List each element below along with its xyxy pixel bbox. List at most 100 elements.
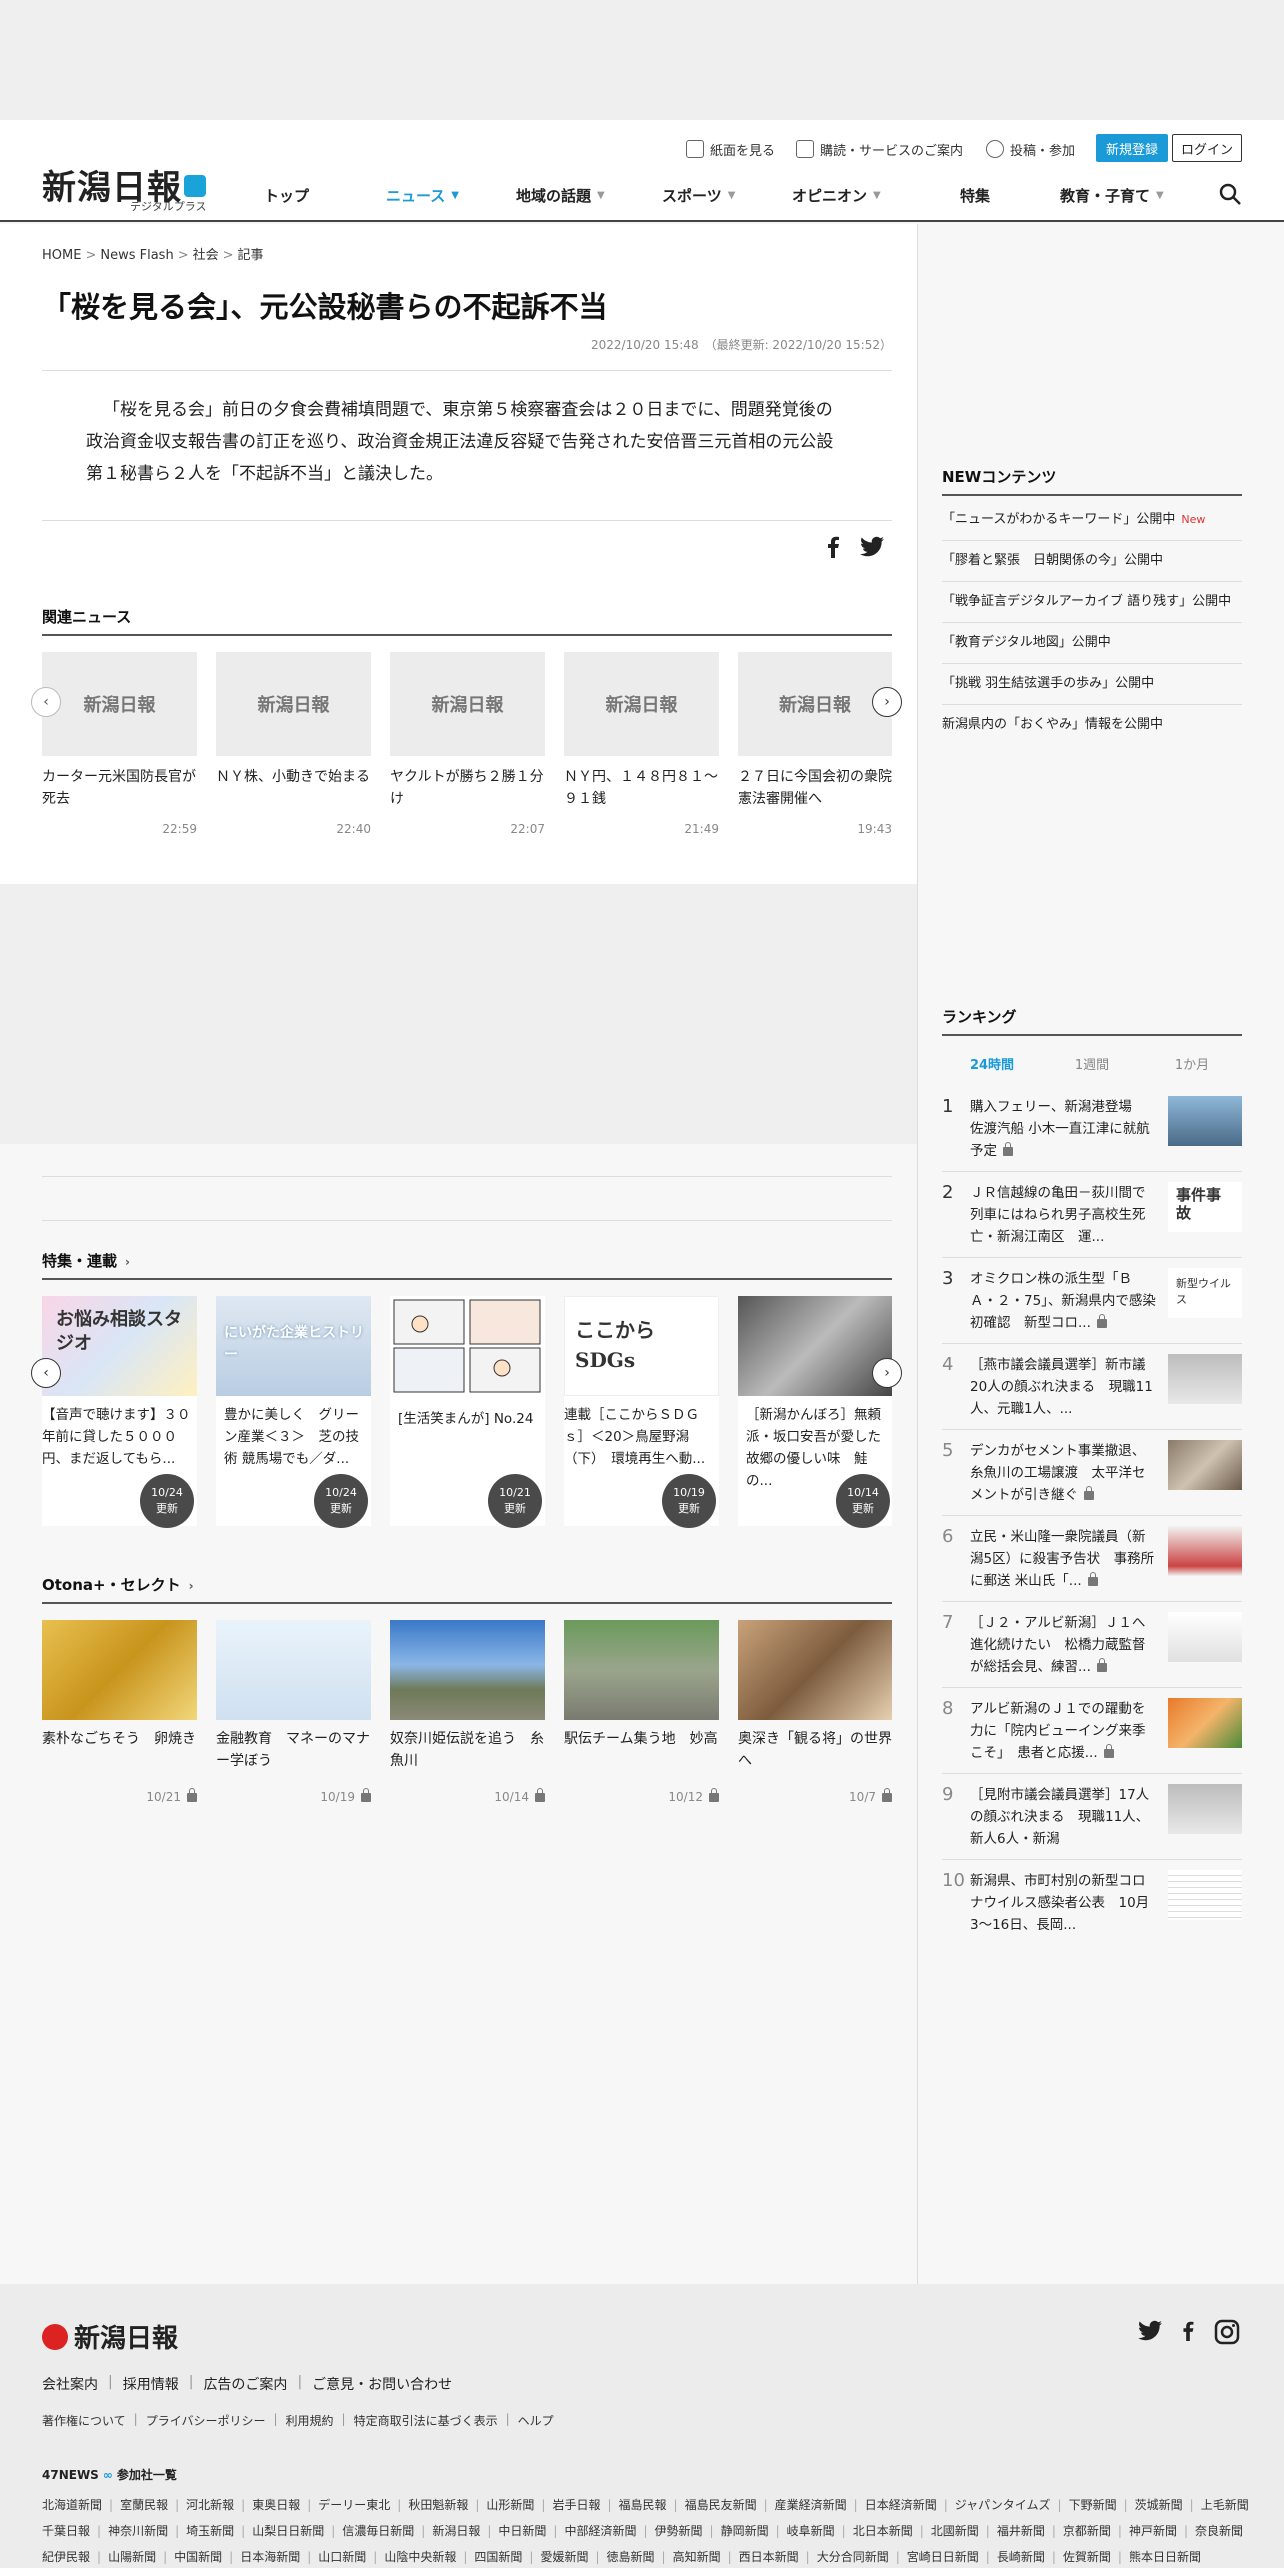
- register-button[interactable]: 新規登録: [1096, 134, 1168, 162]
- related-card[interactable]: 新潟日報 ２７日に今国会初の衆院憲法審開催へ 19:43: [738, 652, 892, 836]
- partner-paper-link[interactable]: 北日本新聞: [853, 2524, 913, 2538]
- partner-paper-link[interactable]: 福井新聞: [997, 2524, 1045, 2538]
- partner-paper-link[interactable]: 紀伊民報: [42, 2550, 90, 2564]
- partner-paper-link[interactable]: 伊勢新聞: [655, 2524, 703, 2538]
- ranking-item[interactable]: 7 ［Ｊ２・アルビ新潟］Ｊ１へ進化続けたい 松橋力蔵監督が総括会見、練習...: [942, 1602, 1242, 1688]
- features-heading[interactable]: 特集・連載 ›: [42, 1250, 130, 1271]
- partner-paper-link[interactable]: 信濃毎日新聞: [342, 2524, 414, 2538]
- ranking-item[interactable]: 6 立民・米山隆一衆院議員（新潟5区）に殺害予告状 事務所に郵送 米山氏「...: [942, 1516, 1242, 1602]
- partner-paper-link[interactable]: 佐賀新聞: [1063, 2550, 1111, 2564]
- partner-paper-link[interactable]: 岩手日報: [552, 2498, 600, 2512]
- ranking-item[interactable]: 2 ＪＲ信越線の亀田－荻川間で列車にはねられ男子高校生死亡・新潟江南区 運...…: [942, 1172, 1242, 1258]
- partner-paper-link[interactable]: 産業経済新聞: [775, 2498, 847, 2512]
- partner-paper-link[interactable]: 茨城新聞: [1135, 2498, 1183, 2512]
- partner-paper-link[interactable]: 日本経済新聞: [865, 2498, 937, 2512]
- partner-paper-link[interactable]: 埼玉新聞: [186, 2524, 234, 2538]
- partner-paper-link[interactable]: 北國新聞: [931, 2524, 979, 2538]
- instagram-icon[interactable]: [1214, 2319, 1240, 2345]
- partner-paper-link[interactable]: 河北新報: [186, 2498, 234, 2512]
- footer-link-help[interactable]: ヘルプ: [518, 2412, 554, 2429]
- partner-paper-link[interactable]: 千葉日報: [42, 2524, 90, 2538]
- otona-heading[interactable]: Otona+・セレクト ›: [42, 1574, 194, 1595]
- partner-paper-link[interactable]: 四国新聞: [474, 2550, 522, 2564]
- partner-paper-link[interactable]: デーリー東北: [318, 2498, 390, 2512]
- partner-paper-link[interactable]: 京都新聞: [1063, 2524, 1111, 2538]
- new-contents-item[interactable]: 「挑戦 羽生結弦選手の歩み」公開中: [942, 664, 1242, 705]
- partner-paper-link[interactable]: 福島民友新聞: [685, 2498, 757, 2512]
- new-contents-item[interactable]: 「戦争証言デジタルアーカイブ 語り残す」公開中: [942, 582, 1242, 623]
- carousel-prev-button[interactable]: ‹: [31, 1358, 61, 1388]
- ranking-item[interactable]: 8 アルビ新潟のＪ１での躍動を力に「院内ビューイング来季こそ」 患者と応援...: [942, 1688, 1242, 1774]
- partner-paper-link[interactable]: ジャパンタイムズ: [955, 2498, 1051, 2512]
- nav-education[interactable]: 教育・子育て ▼: [1060, 180, 1164, 210]
- partner-paper-link[interactable]: 愛媛新聞: [540, 2550, 588, 2564]
- ranking-item[interactable]: 3 オミクロン株の派生型「ＢＡ・２・75」、新潟県内で感染初確認 新型コロ...…: [942, 1258, 1242, 1344]
- partner-paper-link[interactable]: 下野新聞: [1069, 2498, 1117, 2512]
- partner-paper-link[interactable]: 西日本新聞: [739, 2550, 799, 2564]
- carousel-next-button[interactable]: ›: [872, 1358, 902, 1388]
- ranking-item[interactable]: 1 購入フェリー、新潟港登場 佐渡汽船 小木一直江津に就航予定: [942, 1086, 1242, 1172]
- related-card[interactable]: 新潟日報 ヤクルトが勝ち２勝１分け 22:07: [390, 652, 545, 836]
- partner-paper-link[interactable]: 上毛新聞: [1201, 2498, 1249, 2512]
- twitter-share-icon[interactable]: [860, 536, 884, 558]
- partner-paper-link[interactable]: 宮崎日日新聞: [907, 2550, 979, 2564]
- new-contents-item[interactable]: 新潟県内の「おくやみ」情報を公開中: [942, 705, 1242, 745]
- footer-link-privacy[interactable]: プライバシーポリシー: [146, 2412, 266, 2429]
- partner-paper-link[interactable]: 山陽新聞: [108, 2550, 156, 2564]
- otona-card[interactable]: 金融教育 マネーのマナー学ぼう 10/19: [216, 1620, 371, 1804]
- facebook-share-icon[interactable]: [822, 536, 844, 558]
- otona-card[interactable]: 奴奈川姫伝説を追う 糸魚川 10/14: [390, 1620, 545, 1804]
- ranking-item[interactable]: 5 デンカがセメント事業撤退、糸魚川の工場譲渡 太平洋セメントが引き継ぐ: [942, 1430, 1242, 1516]
- partner-paper-link[interactable]: 中日新聞: [498, 2524, 546, 2538]
- tab-24h[interactable]: 24時間: [942, 1054, 1042, 1073]
- breadcrumb-society[interactable]: 社会: [193, 248, 219, 263]
- partner-paper-link[interactable]: 山陰中央新報: [384, 2550, 456, 2564]
- nav-feature[interactable]: 特集: [960, 180, 990, 210]
- partner-paper-link[interactable]: 日本海新聞: [240, 2550, 300, 2564]
- partner-paper-link[interactable]: 静岡新聞: [721, 2524, 769, 2538]
- related-card[interactable]: 新潟日報 カーター元米国防長官が死去 22:59: [42, 652, 197, 836]
- partner-paper-link[interactable]: 山口新聞: [318, 2550, 366, 2564]
- otona-card[interactable]: 奥深き「観る将」の世界へ 10/7: [738, 1620, 892, 1804]
- footer-link-terms[interactable]: 利用規約: [286, 2412, 334, 2429]
- otona-card[interactable]: 素朴なごちそう 卵焼き 10/21: [42, 1620, 197, 1804]
- related-card[interactable]: 新潟日報 ＮＹ株、小動きで始まる 22:40: [216, 652, 371, 836]
- partner-paper-link[interactable]: 高知新聞: [673, 2550, 721, 2564]
- search-icon[interactable]: [1218, 182, 1242, 206]
- partner-paper-link[interactable]: 秋田魁新報: [408, 2498, 468, 2512]
- util-link-paper[interactable]: 紙面を見る: [686, 136, 775, 162]
- facebook-icon[interactable]: [1178, 2318, 1198, 2344]
- partner-paper-link[interactable]: 神奈川新聞: [108, 2524, 168, 2538]
- footer-link-recruit[interactable]: 採用情報: [123, 2374, 179, 2394]
- footer-logo[interactable]: 新潟日報: [42, 2318, 178, 2355]
- nav-news[interactable]: ニュース ▼: [386, 180, 459, 210]
- footer-link-ads[interactable]: 広告のご案内: [203, 2374, 287, 2394]
- carousel-next-button[interactable]: ›: [872, 687, 902, 717]
- partner-paper-link[interactable]: 大分合同新聞: [817, 2550, 889, 2564]
- partner-paper-link[interactable]: 福島民報: [619, 2498, 667, 2512]
- nav-opinion[interactable]: オピニオン ▼: [792, 180, 881, 210]
- related-card[interactable]: 新潟日報 ＮＹ円、１４８円８１～９１銭 21:49: [564, 652, 719, 836]
- util-link-post[interactable]: 投稿・参加: [986, 136, 1075, 162]
- login-button[interactable]: ログイン: [1172, 134, 1242, 162]
- partner-paper-link[interactable]: 室蘭民報: [120, 2498, 168, 2512]
- footer-link-commerce[interactable]: 特定商取引法に基づく表示: [354, 2412, 498, 2429]
- footer-link-copyright[interactable]: 著作権について: [42, 2412, 126, 2429]
- tab-1week[interactable]: 1週間: [1042, 1054, 1142, 1073]
- otona-card[interactable]: 駅伝チーム集う地 妙高 10/12: [564, 1620, 719, 1804]
- carousel-prev-button[interactable]: ‹: [31, 687, 61, 717]
- nav-sports[interactable]: スポーツ ▼: [662, 180, 735, 210]
- footer-link-contact[interactable]: ご意見・お問い合わせ: [312, 2374, 452, 2394]
- news47-heading[interactable]: 47NEWS ∞ 参加社一覧: [42, 2466, 177, 2483]
- new-contents-item[interactable]: 「膠着と緊張 日朝関係の今」公開中: [942, 541, 1242, 582]
- ranking-item[interactable]: 9 ［見附市議会議員選挙］17人の顔ぶれ決まる 現職11人、新人6人・新潟: [942, 1774, 1242, 1860]
- new-contents-item[interactable]: 「ニュースがわかるキーワード」公開中 New: [942, 500, 1242, 541]
- partner-paper-link[interactable]: 中部経済新聞: [564, 2524, 636, 2538]
- ranking-item[interactable]: 10 新潟県、市町村別の新型コロナウイルス感染者公表 10月3〜16日、長岡..…: [942, 1860, 1242, 1946]
- partner-paper-link[interactable]: 奈良新聞: [1195, 2524, 1243, 2538]
- partner-paper-link[interactable]: 岐阜新聞: [787, 2524, 835, 2538]
- partner-paper-link[interactable]: 神戸新聞: [1129, 2524, 1177, 2538]
- twitter-icon[interactable]: [1138, 2320, 1162, 2342]
- footer-link-company[interactable]: 会社案内: [42, 2374, 98, 2394]
- partner-paper-link[interactable]: 徳島新聞: [607, 2550, 655, 2564]
